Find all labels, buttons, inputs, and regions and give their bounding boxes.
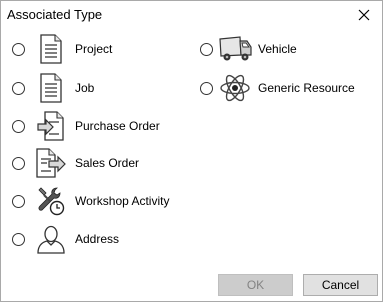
ok-button[interactable]: OK [218,274,293,296]
cancel-button[interactable]: Cancel [303,274,378,296]
option-label: Project [75,42,113,56]
radio-job[interactable] [12,81,25,95]
radio-workshop-activity[interactable] [12,194,25,208]
document-icon [34,71,68,105]
option-sales-order[interactable]: Sales Order [12,146,139,180]
close-button[interactable] [350,3,378,27]
option-label: Vehicle [258,42,297,56]
option-project[interactable]: Project [12,32,112,66]
wrench-clock-icon [34,184,68,218]
radio-vehicle[interactable] [200,42,213,56]
option-generic-resource[interactable]: Generic Resource [200,71,355,105]
document-icon [34,32,68,66]
atom-icon [218,71,252,105]
option-label: Generic Resource [258,81,355,95]
option-label: Workshop Activity [75,194,170,208]
close-icon [358,9,370,21]
radio-project[interactable] [12,42,25,56]
radio-generic-resource[interactable] [200,81,213,95]
person-icon [34,222,68,256]
option-label: Sales Order [75,156,140,170]
option-label: Purchase Order [75,119,160,133]
option-vehicle[interactable]: Vehicle [200,32,297,66]
option-address[interactable]: Address [12,222,119,256]
title-bar: Associated Type [1,1,382,30]
dialog-title: Associated Type [7,7,103,22]
radio-sales-order[interactable] [12,156,25,170]
sales-order-icon [34,146,68,180]
purchase-order-icon [34,109,68,143]
associated-type-dialog: Associated Type Project Job Purchase Ord… [0,0,383,302]
option-purchase-order[interactable]: Purchase Order [12,109,160,143]
option-label: Job [75,81,95,95]
option-job[interactable]: Job [12,71,94,105]
option-label: Address [75,232,120,246]
radio-address[interactable] [12,232,25,246]
truck-icon [218,32,252,66]
radio-purchase-order[interactable] [12,119,25,133]
option-workshop-activity[interactable]: Workshop Activity [12,184,169,218]
